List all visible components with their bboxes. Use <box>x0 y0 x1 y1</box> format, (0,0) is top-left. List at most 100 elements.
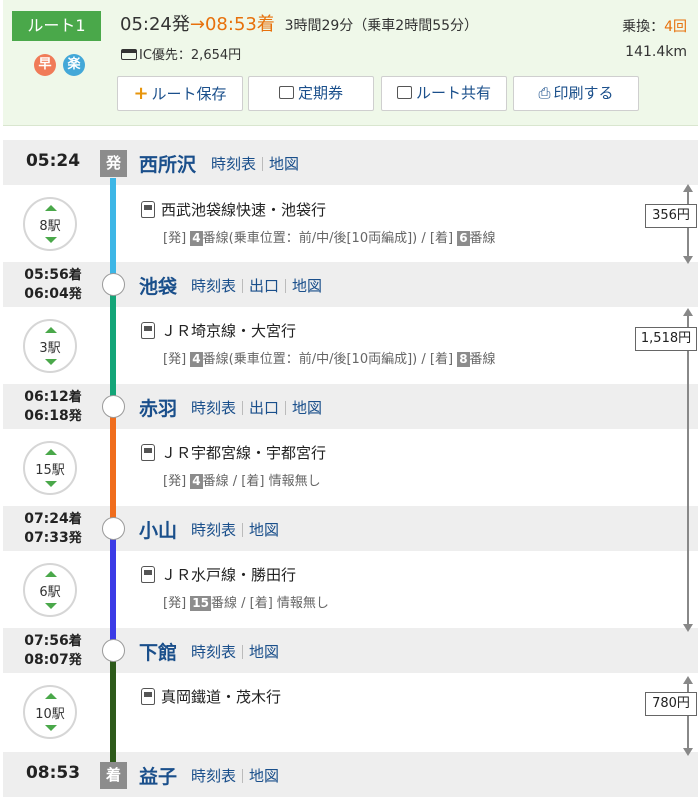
plat-label: [発] <box>163 231 187 246</box>
station-name[interactable]: 赤羽 <box>139 394 177 421</box>
expand-down-icon <box>45 237 57 243</box>
transfer-circle-icon <box>102 395 125 418</box>
divider <box>285 279 287 293</box>
map-link[interactable]: 地図 <box>269 155 299 173</box>
fare-arrow-down-icon <box>683 748 693 756</box>
plat-suffix: 番線 <box>469 231 496 246</box>
station-name[interactable]: 西所沢 <box>139 150 196 177</box>
arr-dep-time: 06:12着 06:18発 <box>3 388 103 426</box>
route-summary: ルート1 早 楽 05:24発→08:53着 3時間29分（乗車2時間55分） … <box>3 0 698 126</box>
map-link[interactable]: 地図 <box>249 643 279 661</box>
arrive-suffix: 着 <box>68 634 82 649</box>
arrive-time: 08:53着 <box>204 14 275 35</box>
ic-card-icon <box>121 49 137 60</box>
line-name[interactable]: ＪＲ水戸線・勝田行 <box>161 566 296 584</box>
station-name[interactable]: 小山 <box>139 516 177 543</box>
platform-info: [発] 4 番線(乗車位置：前/中/後[10両編成]) / [着] 8 番線 <box>163 348 496 367</box>
map-link[interactable]: 地図 <box>249 521 279 539</box>
expand-down-icon <box>45 603 57 609</box>
route-time: 05:24発→08:53着 3時間29分（乗車2時間55分） <box>120 10 478 36</box>
expand-up-icon <box>45 571 57 577</box>
divider <box>262 157 264 171</box>
line-name[interactable]: ＪＲ埼京線・大宮行 <box>161 322 296 340</box>
transfer-circle-icon <box>102 517 125 540</box>
leg: 10駅 真岡鐵道・茂木行 <box>3 673 698 750</box>
stop-count: 8駅 <box>39 219 61 234</box>
depart-suffix: 発 <box>68 653 82 668</box>
share-route-label: ルート共有 <box>415 84 491 102</box>
leg: 15駅 ＪＲ宇都宮線・宇都宮行 [発] 4 番線 / [着] 情報無し <box>3 429 698 506</box>
plat-text: 番線 / [着] 情報無し <box>211 596 329 611</box>
station-name[interactable]: 下館 <box>139 638 177 665</box>
save-route-button[interactable]: + ルート保存 <box>117 76 243 111</box>
timetable-link[interactable]: 時刻表 <box>191 399 236 417</box>
platform-number: 4 <box>190 474 203 489</box>
train-icon <box>141 444 155 461</box>
station-links: 時刻表 地図 <box>191 641 279 662</box>
fare-arrow-down-icon <box>683 256 693 264</box>
line-name[interactable]: 西武池袋線快速・池袋行 <box>161 201 326 219</box>
leg: 6駅 ＪＲ水戸線・勝田行 [発] 15 番線 / [着] 情報無し <box>3 551 698 628</box>
train-line: 西武池袋線快速・池袋行 <box>141 199 326 220</box>
train-icon <box>141 566 155 583</box>
timetable-link[interactable]: 時刻表 <box>191 521 236 539</box>
platform-number: 6 <box>457 231 470 246</box>
platform-number: 15 <box>190 596 211 611</box>
depart-time: 06:18 <box>24 408 69 424</box>
line-name[interactable]: 真岡鐵道・茂木行 <box>161 688 281 706</box>
map-link[interactable]: 地図 <box>249 767 279 785</box>
depart-time: 05:24発 <box>120 14 190 35</box>
map-link[interactable]: 地図 <box>292 277 322 295</box>
timetable-link[interactable]: 時刻表 <box>211 155 256 173</box>
fast-tag-icon: 早 <box>34 54 56 76</box>
depart-time: 07:33 <box>24 530 69 546</box>
station-links: 時刻表 地図 <box>211 153 299 174</box>
printer-icon: ⎙ <box>538 84 551 102</box>
timetable-link[interactable]: 時刻表 <box>191 277 236 295</box>
share-icon <box>396 86 412 99</box>
stop-count: 6駅 <box>39 585 61 600</box>
station-links: 時刻表 地図 <box>191 765 279 786</box>
stop-count-toggle[interactable]: 8駅 <box>23 197 77 251</box>
fare-bracket <box>687 314 689 626</box>
plus-icon: + <box>133 83 149 104</box>
divider <box>242 769 244 783</box>
depart-suffix: 発 <box>68 409 82 424</box>
station-name[interactable]: 池袋 <box>139 272 177 299</box>
stop-count-toggle[interactable]: 3駅 <box>23 319 77 373</box>
route-detail: 05:24 発 西所沢 時刻表 地図 8駅 西武池袋線快速・池袋行 [発] 4 番線… <box>3 140 698 803</box>
leg: 3駅 ＪＲ埼京線・大宮行 [発] 4 番線(乗車位置：前/中/後[10両編成]) … <box>3 307 698 384</box>
share-route-button[interactable]: ルート共有 <box>381 76 507 111</box>
station-row: 05:24 発 西所沢 時刻表 地図 <box>3 140 698 185</box>
exit-link[interactable]: 出口 <box>249 399 279 417</box>
divider <box>242 401 244 415</box>
expand-up-icon <box>45 205 57 211</box>
map-link[interactable]: 地図 <box>292 399 322 417</box>
station-row: 08:53 着 益子 時刻表 地図 <box>3 752 698 797</box>
line-segment <box>110 408 116 530</box>
line-segment <box>110 286 116 408</box>
exit-link[interactable]: 出口 <box>249 277 279 295</box>
arr-dep-time: 07:56着 08:07発 <box>3 632 103 670</box>
divider <box>242 523 244 537</box>
commuter-pass-button[interactable]: 定期券 <box>248 76 374 111</box>
train-icon <box>141 688 155 705</box>
stop-count-toggle[interactable]: 10駅 <box>23 685 77 739</box>
platform-info: [発] 15 番線 / [着] 情報無し <box>163 592 329 611</box>
line-name[interactable]: ＪＲ宇都宮線・宇都宮行 <box>161 444 326 462</box>
station-row: 07:56着 08:07発 下館 時刻表 地図 <box>3 628 698 673</box>
stop-count-toggle[interactable]: 15駅 <box>23 441 77 495</box>
station-name[interactable]: 益子 <box>139 762 177 789</box>
transfer-value: 4回 <box>664 19 687 35</box>
distance: 141.4km <box>625 44 687 60</box>
station-row: 05:56着 06:04発 池袋 時刻表 出口 地図 <box>3 262 698 307</box>
timetable-link[interactable]: 時刻表 <box>191 767 236 785</box>
platform-number: 4 <box>190 231 203 246</box>
stop-count-toggle[interactable]: 6駅 <box>23 563 77 617</box>
arrive-time: 06:12 <box>24 389 69 405</box>
print-button[interactable]: ⎙ 印刷する <box>513 76 639 111</box>
fare-label: 356円 <box>645 204 697 228</box>
transfer-circle-icon <box>102 639 125 662</box>
plat-label: [発] <box>163 596 187 611</box>
timetable-link[interactable]: 時刻表 <box>191 643 236 661</box>
